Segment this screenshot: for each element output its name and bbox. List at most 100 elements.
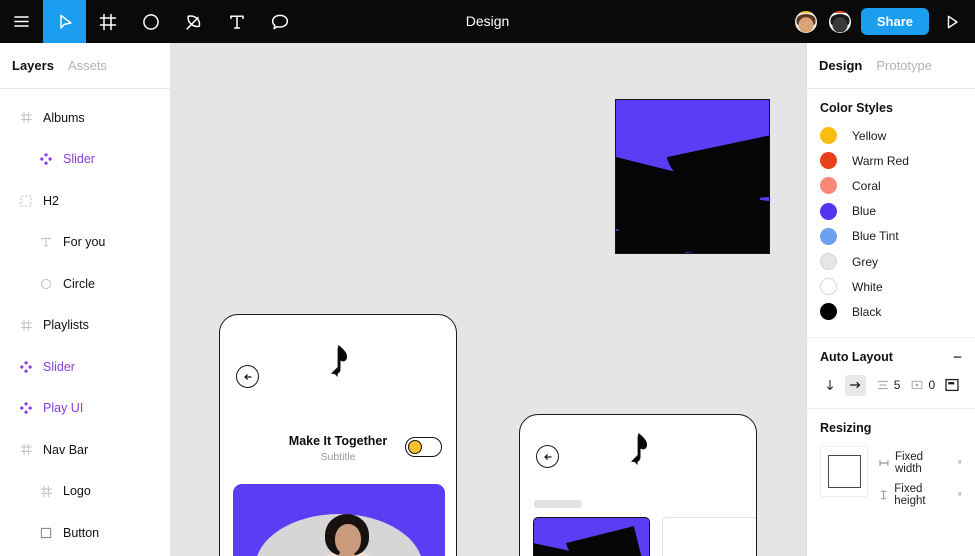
- layer-row-circle[interactable]: Circle: [0, 263, 170, 305]
- color-swatch: [820, 177, 837, 195]
- phone-mockup-secondary[interactable]: [519, 414, 757, 556]
- color-style-black[interactable]: Black: [820, 299, 962, 324]
- width-icon: [879, 459, 889, 466]
- comment-icon[interactable]: [258, 0, 301, 43]
- resize-options: Fixed width ▾ Fixed height ▾: [878, 446, 962, 507]
- toggle-knob: [408, 440, 422, 454]
- avatar-status-badge: [831, 10, 848, 13]
- layer-label: Nav Bar: [43, 442, 89, 457]
- spacing-field[interactable]: 5: [876, 378, 901, 392]
- layer-row-button[interactable]: Button: [0, 512, 170, 554]
- color-label: Black: [852, 304, 882, 319]
- avatar-face: [798, 17, 814, 33]
- chevron-down-icon[interactable]: ▾: [957, 489, 962, 500]
- color-swatch: [820, 253, 837, 271]
- layer-row-albums[interactable]: Albums: [0, 97, 170, 139]
- layer-label: Button: [63, 525, 100, 540]
- layer-row-playlists[interactable]: Playlists: [0, 305, 170, 347]
- tab-prototype[interactable]: Prototype: [876, 58, 932, 73]
- align-icon[interactable]: [941, 375, 962, 396]
- present-play-icon[interactable]: [937, 0, 967, 43]
- app-logo-icon: [624, 431, 654, 472]
- tab-assets[interactable]: Assets: [68, 58, 107, 73]
- auto-layout-section: Auto Layout − 5 0: [807, 338, 975, 409]
- color-style-blue-tint[interactable]: Blue Tint: [820, 224, 962, 249]
- design-canvas[interactable]: Make It Together Subtitle: [171, 43, 806, 556]
- color-swatch: [820, 303, 837, 321]
- phone-mockup-primary[interactable]: Make It Together Subtitle: [219, 314, 457, 556]
- avatar[interactable]: [792, 8, 819, 35]
- frame-icon[interactable]: [86, 0, 129, 43]
- layer-row-nav-bar[interactable]: Nav Bar: [0, 429, 170, 471]
- pen-icon[interactable]: [172, 0, 215, 43]
- avatar-status-badge: [797, 10, 814, 13]
- share-button[interactable]: Share: [860, 8, 929, 35]
- cursor-icon[interactable]: [43, 0, 86, 43]
- component-icon: [18, 359, 34, 375]
- component-icon: [38, 151, 54, 167]
- color-swatch: [820, 127, 837, 145]
- layer-label: Circle: [63, 276, 95, 291]
- section-title: Color Styles: [820, 101, 962, 115]
- rect-icon: [38, 525, 54, 541]
- collapse-icon[interactable]: −: [953, 350, 962, 365]
- color-style-white[interactable]: White: [820, 274, 962, 299]
- color-styles-title: Color Styles: [820, 101, 893, 115]
- top-toolbar: Design Share: [0, 0, 975, 43]
- height-icon: [880, 490, 887, 499]
- album-thumbnail-empty[interactable]: [662, 517, 756, 556]
- layer-label: For you: [63, 235, 106, 250]
- ellipse-icon[interactable]: [129, 0, 172, 43]
- layer-label: Playlists: [43, 318, 89, 333]
- layer-row-slider[interactable]: Slider: [0, 139, 170, 181]
- padding-icon: [912, 380, 923, 390]
- fixed-height-option[interactable]: Fixed height ▾: [878, 483, 962, 507]
- frame-icon: [18, 442, 34, 458]
- horizontal-direction-icon[interactable]: [844, 374, 866, 396]
- color-style-grey[interactable]: Grey: [820, 249, 962, 274]
- back-button[interactable]: [236, 365, 259, 388]
- tab-design[interactable]: Design: [819, 58, 862, 73]
- resize-preview-box[interactable]: [820, 445, 869, 497]
- back-button[interactable]: [536, 445, 559, 468]
- album-thumbnail[interactable]: [533, 517, 650, 556]
- text-icon[interactable]: [215, 0, 258, 43]
- layer-row-h2[interactable]: H2: [0, 180, 170, 222]
- color-label: Blue: [852, 204, 877, 219]
- color-label: Yellow: [852, 128, 887, 143]
- color-style-blue[interactable]: Blue: [820, 199, 962, 224]
- component-icon: [18, 400, 34, 416]
- chevron-down-icon[interactable]: ▾: [957, 457, 962, 468]
- vertical-direction-icon[interactable]: [820, 375, 841, 396]
- text-icon: [38, 234, 54, 250]
- layer-label: Slider: [63, 152, 95, 167]
- color-style-coral[interactable]: Coral: [820, 173, 962, 198]
- color-label: Coral: [852, 178, 881, 193]
- layer-row-logo[interactable]: Logo: [0, 471, 170, 513]
- layer-row-for-you[interactable]: For you: [0, 222, 170, 264]
- layer-label: Slider: [43, 359, 75, 374]
- color-style-yellow[interactable]: Yellow: [820, 123, 962, 148]
- layer-row-slider-2[interactable]: Slider: [0, 346, 170, 388]
- menu-icon[interactable]: [0, 0, 43, 43]
- layer-row-play-ui[interactable]: Play UI: [0, 388, 170, 430]
- toolbar-right-group: Share: [792, 0, 967, 43]
- layer-label: Logo: [63, 484, 91, 499]
- figma-window: Design Share Layers Assets Albums Slider…: [0, 0, 975, 556]
- color-swatch: [820, 152, 837, 170]
- color-label: Blue Tint: [852, 229, 899, 244]
- toggle-switch[interactable]: [405, 437, 442, 457]
- color-label: Grey: [852, 254, 879, 269]
- padding-field[interactable]: 0: [910, 378, 935, 392]
- album-artwork-tile[interactable]: [615, 99, 770, 254]
- avatar[interactable]: [826, 8, 853, 35]
- section-title: Resizing: [820, 421, 962, 435]
- tab-layers[interactable]: Layers: [12, 58, 54, 73]
- resizing-controls: Fixed width ▾ Fixed height ▾: [820, 445, 962, 507]
- fixed-height-label: Fixed height: [894, 482, 926, 507]
- fixed-width-option[interactable]: Fixed width ▾: [878, 451, 962, 475]
- padding-value: 0: [928, 378, 936, 392]
- cover-photo-card[interactable]: [233, 484, 445, 556]
- spacing-value: 5: [893, 378, 901, 392]
- color-style-warm-red[interactable]: Warm Red: [820, 148, 962, 173]
